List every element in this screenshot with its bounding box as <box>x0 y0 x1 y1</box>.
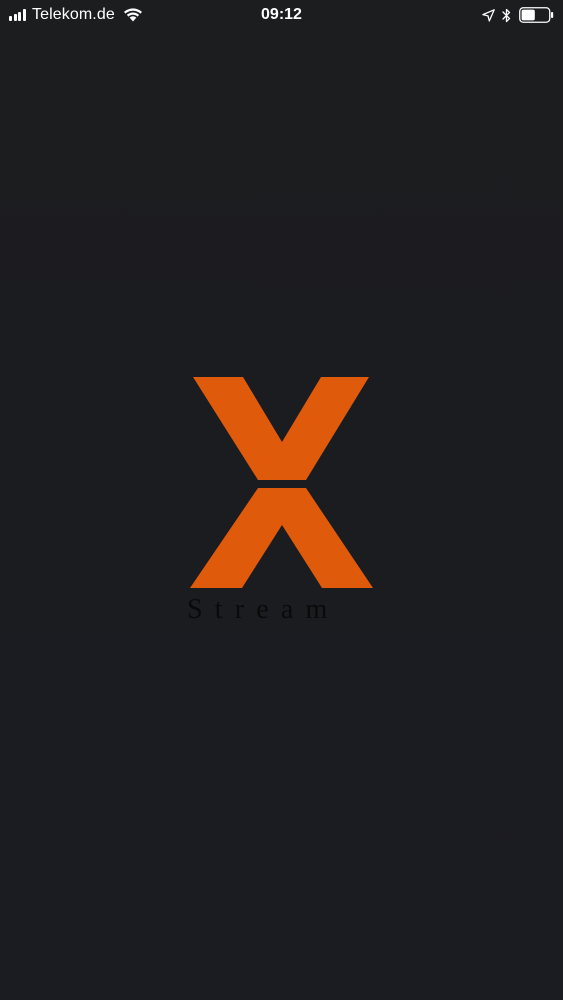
logo-x-mark <box>190 377 373 588</box>
status-time: 09:12 <box>261 6 302 23</box>
splash-screen: Telekom.de 09:12 Stream <box>0 0 563 1000</box>
app-logo: Stream <box>185 376 380 628</box>
bluetooth-icon <box>502 8 511 22</box>
status-bar-right <box>482 5 554 25</box>
status-bar: Telekom.de 09:12 <box>0 0 563 30</box>
logo-wordmark: Stream <box>187 594 340 625</box>
battery-icon <box>519 7 554 23</box>
location-arrow-icon <box>482 8 495 22</box>
